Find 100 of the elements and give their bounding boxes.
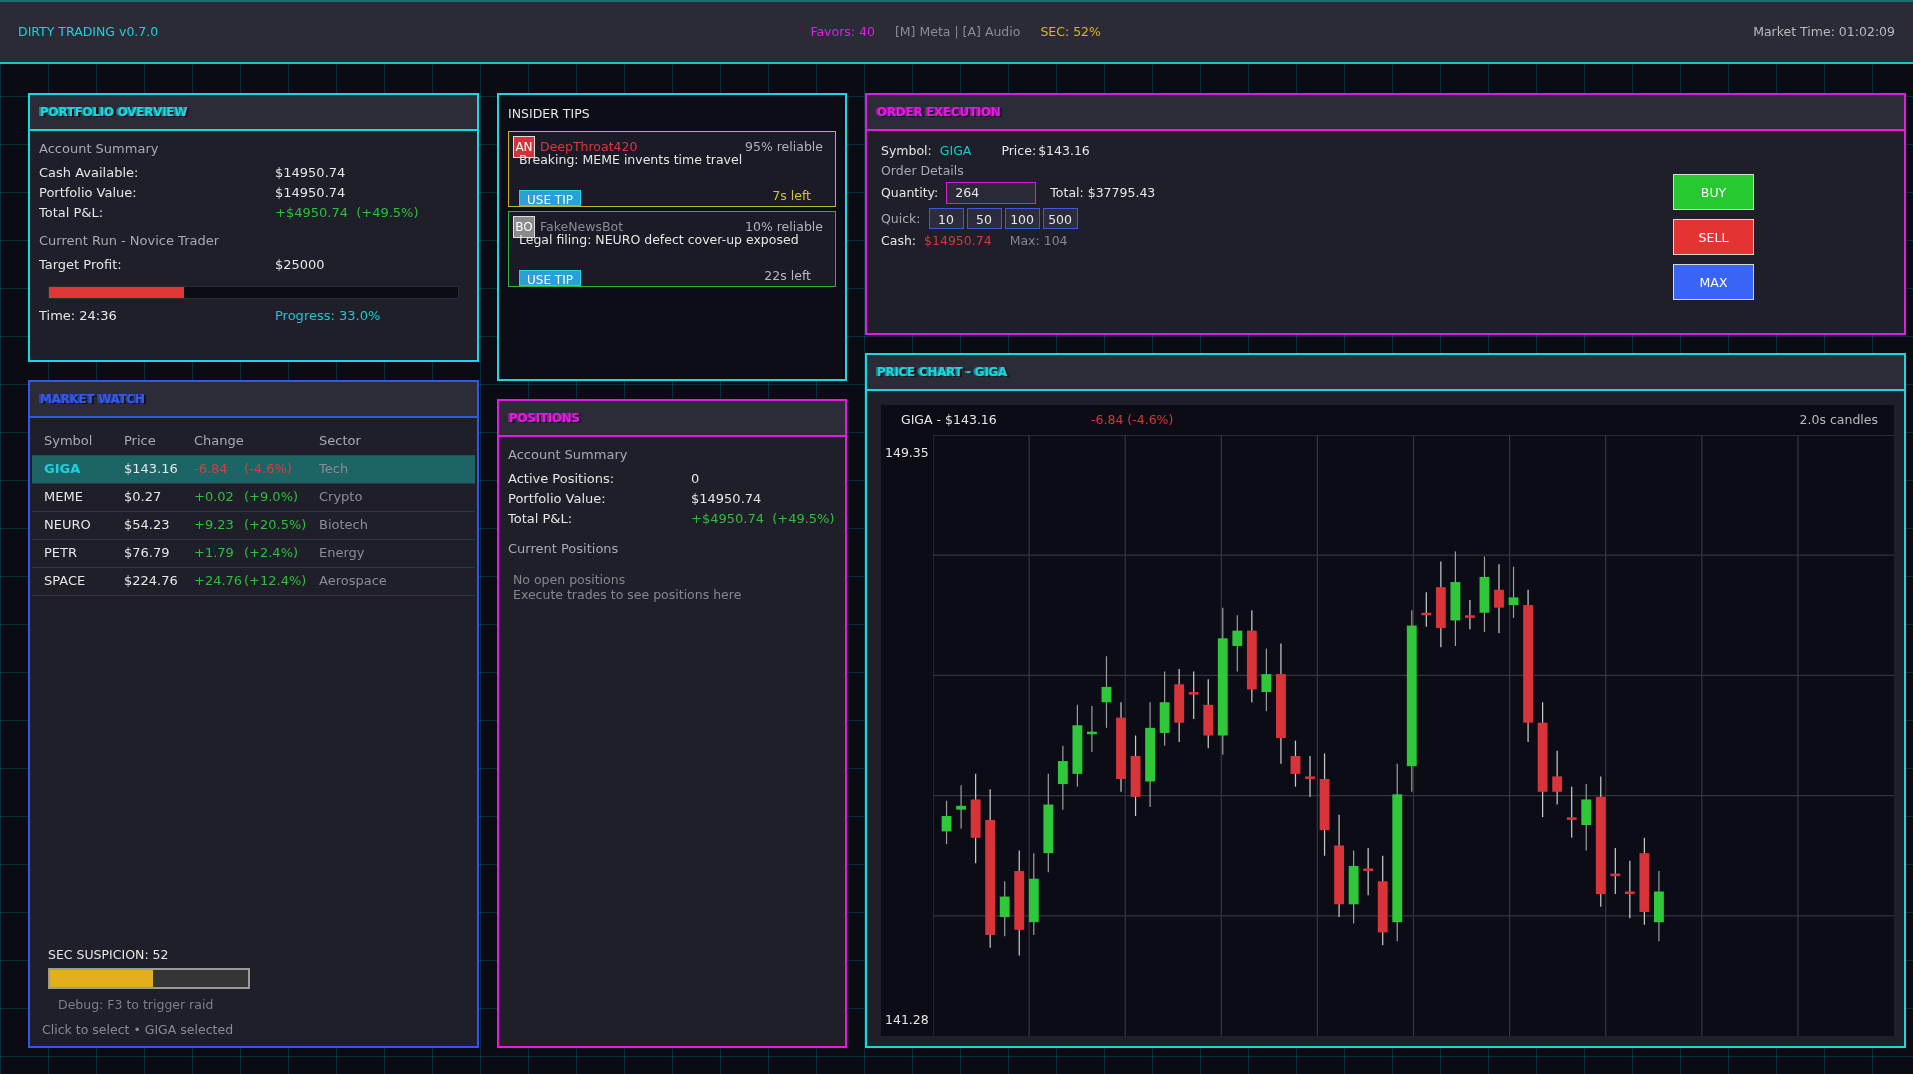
- field-value: $25000: [275, 257, 326, 274]
- stock-row[interactable]: SPACE $224.76 +24.76(+12.4%) Aerospace: [32, 568, 475, 596]
- field-label: Symbol:: [881, 143, 932, 159]
- price-cell-text: $76.79: [124, 545, 171, 562]
- hotkey-hint: [M] Meta | [A] Audio: [894, 24, 1021, 40]
- change-cell: +24.76: [194, 573, 244, 590]
- quick-quantity-button[interactable]: 500: [1042, 208, 1078, 230]
- price-cell-text: $143.16: [124, 461, 179, 478]
- tip-source: FakeNewsBot: [540, 218, 625, 234]
- price-cell-text: $54.23: [124, 517, 171, 534]
- quick-quantity-button[interactable]: 50: [966, 208, 1002, 230]
- sector-cell-text: Tech: [319, 461, 350, 478]
- candle: [1566, 786, 1577, 839]
- column-header: Price: [124, 433, 157, 450]
- reliability: 10% reliable: [745, 218, 823, 234]
- field-label: Price:: [1001, 143, 1037, 159]
- reliability: 95% reliable: [745, 138, 823, 155]
- symbol-value: GIGA: [939, 143, 972, 159]
- column-header: Sector: [319, 433, 362, 450]
- suspicion-label: SEC SUSPICION: 52: [48, 947, 170, 963]
- candle: [1305, 755, 1315, 798]
- sell-button[interactable]: SELL: [1673, 219, 1754, 255]
- panel-title: ORDER EXECUTION: [877, 105, 1001, 119]
- field-label: Cash:: [881, 233, 917, 249]
- sector-cell-text: Crypto: [319, 489, 364, 506]
- candle: [1087, 705, 1097, 753]
- cash-value: $14950.74: [924, 233, 992, 249]
- debug-hint: Debug: F3 to trigger raid: [58, 996, 215, 1013]
- timer: Time: 24:36: [39, 308, 118, 325]
- field-value: +$4950.74 (+49.5%): [275, 205, 420, 222]
- candle: [999, 880, 1010, 937]
- symbol-cell-text: PETR: [44, 545, 79, 562]
- symbol-cell-text: SPACE: [44, 573, 87, 590]
- candle: [956, 784, 966, 830]
- panel-title: PORTFOLIO OVERVIEW: [40, 105, 188, 119]
- field-label: Portfolio Value:: [508, 491, 607, 508]
- field-value: 0: [691, 471, 701, 488]
- quick-quantity-button[interactable]: 100: [1004, 208, 1040, 230]
- percent-cell-text: (+9.0%): [244, 489, 300, 506]
- candle: [1610, 847, 1621, 895]
- sector-cell-text: Aerospace: [319, 573, 388, 590]
- max-button[interactable]: MAX: [1673, 264, 1754, 300]
- market-time: Market Time: 01:02:09: [1753, 24, 1895, 40]
- stock-row[interactable]: PETR $76.79 +1.79 (+2.4%) Energy: [32, 540, 475, 568]
- section-heading: Current Positions: [508, 541, 620, 558]
- candle: [1203, 678, 1214, 749]
- change-cell-text: +1.79: [194, 545, 235, 562]
- stock-row[interactable]: NEURO $54.23 +9.23 (+20.5%) Biotech: [32, 512, 475, 540]
- stock-row[interactable]: MEME $0.27 +0.02 (+9.0%) Crypto: [32, 484, 475, 512]
- empty-message: Execute trades to see positions here: [513, 587, 743, 603]
- quantity-input[interactable]: 264: [946, 182, 1037, 205]
- candle: [1465, 599, 1475, 630]
- candle: [1363, 847, 1374, 896]
- price-cell-text: $0.27: [124, 489, 163, 506]
- candle: [941, 800, 952, 845]
- percent-cell-text: (+2.4%): [244, 545, 300, 562]
- field-value: +$4950.74 (+49.5%): [691, 511, 836, 528]
- candle: [1581, 783, 1592, 852]
- status-hint: Click to select • GIGA selected: [42, 1022, 235, 1038]
- candle: [1508, 566, 1519, 619]
- chart-change: -6.84 (-4.6%): [1091, 412, 1175, 428]
- sec-level: SEC: 52%: [1040, 24, 1101, 40]
- candle: [1290, 740, 1301, 788]
- avatar: BO: [513, 215, 535, 238]
- section-heading: Account Summary: [39, 141, 160, 158]
- candle: [1188, 670, 1199, 720]
- percent-cell-text: (+20.5%): [244, 517, 308, 534]
- price-value: $143.16: [1038, 143, 1090, 159]
- quick-quantity-button[interactable]: 10: [928, 208, 964, 230]
- percent-cell-text: (-4.6%): [244, 461, 293, 478]
- candle: [1552, 750, 1563, 806]
- chart-symbol-price: GIGA - $143.16: [901, 412, 998, 428]
- field-value: $14950.74: [275, 185, 347, 202]
- field-label: Portfolio Value:: [39, 185, 138, 202]
- panel-title: PRICE CHART - GIGA: [877, 365, 1008, 379]
- axis-label: 149.35: [885, 445, 929, 461]
- field-value: $14950.74: [275, 165, 347, 182]
- field-label: Quick:: [881, 210, 921, 227]
- price-cell-text: $224.76: [124, 573, 179, 590]
- time-left: 22s left: [764, 268, 811, 284]
- tip-source: DeepThroat420: [540, 138, 638, 155]
- field-label: Quantity:: [881, 185, 939, 202]
- candle: [1261, 647, 1272, 712]
- column-header: Symbol: [44, 433, 94, 450]
- max-quantity: Max: 104: [1009, 233, 1068, 249]
- sector-cell-text: Energy: [319, 545, 366, 562]
- candle: [1421, 591, 1432, 628]
- candle: [1624, 860, 1635, 919]
- column-header: Change: [194, 433, 245, 450]
- section-heading: Order Details: [881, 162, 965, 179]
- field-label: Total P&L:: [39, 205, 105, 222]
- section-heading: Current Run - Novice Trader: [39, 233, 221, 250]
- sector-cell-text: Biotech: [319, 517, 369, 534]
- candle: [1494, 563, 1504, 634]
- field-label: Cash Available:: [39, 165, 140, 182]
- stock-row[interactable]: GIGA $143.16 -6.84 (-4.6%) Tech: [32, 456, 475, 484]
- candle: [1057, 745, 1068, 811]
- empty-message: No open positions: [513, 571, 627, 588]
- field-label: Total P&L:: [508, 511, 574, 528]
- progress-text: Progress: 33.0%: [275, 308, 382, 325]
